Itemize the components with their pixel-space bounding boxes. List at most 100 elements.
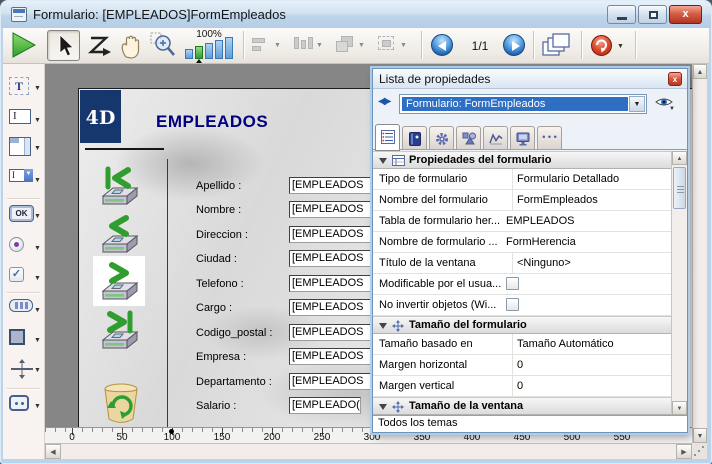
company-logo[interactable]: 4D <box>80 90 121 143</box>
property-value[interactable]: FormHerencia <box>506 236 656 248</box>
field-label[interactable]: Cargo : <box>196 302 232 314</box>
pages-list-button[interactable] <box>541 32 573 65</box>
next-page-button[interactable] <box>503 34 525 56</box>
last-record-button[interactable] <box>97 310 141 354</box>
combo-dropdown-icon[interactable]: ▼ <box>629 96 645 112</box>
caret-down-icon[interactable]: ▼ <box>34 275 41 282</box>
first-record-button[interactable] <box>97 166 141 210</box>
execute-form-button[interactable] <box>11 32 37 63</box>
method-caret-icon[interactable]: ▼ <box>617 43 624 50</box>
panel-scroll-up-button[interactable]: ▲ <box>672 151 687 165</box>
tab-property-list[interactable] <box>375 124 400 151</box>
zoom-bar-50[interactable] <box>185 49 193 59</box>
scroll-up-button[interactable]: ▲ <box>693 64 707 79</box>
field-input[interactable]: [EMPLEADOS <box>289 299 381 316</box>
tab-events[interactable] <box>483 126 508 150</box>
listbox-tool[interactable]: ▼ <box>3 136 45 162</box>
property-value[interactable]: FormEmpleados <box>517 194 667 206</box>
field-label[interactable]: Ciudad : <box>196 253 237 265</box>
caret-down-icon[interactable]: ▼ <box>34 177 41 184</box>
button-tool[interactable]: OK ▼ <box>3 204 45 230</box>
field-label[interactable]: Empresa : <box>196 351 246 363</box>
tab-data[interactable] <box>402 126 427 150</box>
vertical-scrollbar[interactable]: ▲ ▼ <box>692 64 707 443</box>
property-value[interactable]: Formulario Detallado <box>517 173 667 185</box>
minimize-button[interactable] <box>607 5 636 24</box>
field-input[interactable]: [EMPLEADOS <box>289 201 381 218</box>
panel-scroll-down-button[interactable]: ▼ <box>672 401 687 415</box>
caret-down-icon[interactable]: ▼ <box>34 245 41 252</box>
themes-footer[interactable]: Todos los temas <box>373 415 687 432</box>
scroll-right-button[interactable]: ▶ <box>676 444 692 459</box>
object-navigation-arrows[interactable]: ◀▶ <box>378 96 389 107</box>
field-input[interactable]: [EMPLEADOS <box>289 226 381 243</box>
tab-more[interactable]: • • • <box>537 126 562 150</box>
section-header[interactable]: Propiedades del formulario <box>373 151 671 169</box>
column-divider[interactable] <box>167 159 168 427</box>
tab-control-tool[interactable]: ▼ <box>3 298 45 324</box>
caret-down-icon[interactable]: ▼ <box>34 145 41 152</box>
preview-button[interactable]: ▼ <box>655 95 677 113</box>
form-method-button[interactable] <box>591 35 612 56</box>
zoom-bar-400[interactable] <box>215 40 223 59</box>
zoom-tool[interactable] <box>149 31 177 62</box>
field-input[interactable]: [EMPLEADOS <box>289 250 381 267</box>
field-input[interactable]: [EMPLEADOS <box>289 177 381 194</box>
selection-tool-button[interactable] <box>47 30 80 61</box>
combobox-tool[interactable]: I ▼ ▼ <box>3 168 45 194</box>
previous-record-button[interactable] <box>97 214 141 258</box>
section-header[interactable]: Tamaño del formulario <box>373 316 671 334</box>
rectangle-tool[interactable]: ▼ <box>3 328 45 354</box>
section-header[interactable]: Tamaño de la ventana <box>373 397 671 415</box>
field-label[interactable]: Departamento : <box>196 376 272 388</box>
tab-display[interactable] <box>510 126 535 150</box>
caret-down-icon[interactable]: ▼ <box>34 213 41 220</box>
property-value[interactable]: Tamaño Automático <box>517 338 667 350</box>
property-value[interactable]: 0 <box>517 380 667 392</box>
field-input[interactable]: [EMPLEADO( <box>289 397 361 414</box>
form-heading[interactable]: EMPLEADOS <box>156 112 268 132</box>
delete-record-button[interactable] <box>97 377 145 425</box>
field-label[interactable]: Direccion : <box>196 229 248 241</box>
caret-down-icon[interactable]: ▼ <box>34 367 41 374</box>
object-selector-combobox[interactable]: Formulario: FormEmpleados ▼ <box>399 94 647 114</box>
field-input[interactable]: [EMPLEADOS <box>289 324 381 341</box>
field-input[interactable]: [EMPLEADOS <box>289 275 381 292</box>
tab-action[interactable] <box>429 126 454 150</box>
scroll-down-button[interactable]: ▼ <box>693 428 707 443</box>
property-value[interactable]: <Ninguno> <box>517 257 667 269</box>
entry-order-tool[interactable] <box>85 33 113 64</box>
move-tool[interactable] <box>117 32 145 63</box>
field-label[interactable]: Apellido : <box>196 180 241 192</box>
scroll-left-button[interactable]: ◀ <box>45 444 61 459</box>
restore-button[interactable] <box>638 5 667 24</box>
field-label[interactable]: Salario : <box>196 400 236 412</box>
caret-down-icon[interactable]: ▼ <box>34 117 41 124</box>
field-input[interactable]: [EMPLEADOS <box>289 348 381 365</box>
panel-scrollbar[interactable]: ▲ ▼ <box>671 151 687 415</box>
next-record-button[interactable] <box>97 261 141 305</box>
text-tool[interactable]: T ▼ <box>3 76 45 102</box>
palette-close-button[interactable]: x <box>668 72 682 86</box>
zoom-bar-200[interactable] <box>205 43 213 59</box>
property-value[interactable]: 0 <box>517 359 667 371</box>
heading-rule[interactable] <box>85 148 164 150</box>
panel-scroll-thumb[interactable] <box>673 167 686 209</box>
property-checkbox[interactable] <box>506 277 519 290</box>
field-input[interactable]: [EMPLEADOS <box>289 373 381 390</box>
palette-titlebar[interactable]: Lista de propiedades x <box>373 69 687 89</box>
checkbox-tool[interactable]: ✓ ▼ <box>3 266 45 292</box>
close-button[interactable]: x <box>669 5 702 24</box>
property-checkbox[interactable] <box>506 298 519 311</box>
horizontal-scrollbar[interactable]: ◀ ▶ <box>45 443 692 459</box>
zoom-bar-800[interactable] <box>225 37 233 59</box>
previous-page-button[interactable] <box>431 34 453 56</box>
field-label[interactable]: Nombre : <box>196 204 241 216</box>
caret-down-icon[interactable]: ▼ <box>34 403 41 410</box>
splitter-tool[interactable]: ▼ <box>3 358 45 384</box>
field-label[interactable]: Telefono : <box>196 278 244 290</box>
caret-down-icon[interactable]: ▼ <box>34 85 41 92</box>
resize-grip[interactable] <box>692 443 707 459</box>
plugin-area-tool[interactable]: ▼ <box>3 394 45 420</box>
field-label[interactable]: Codigo_postal : <box>196 327 272 339</box>
